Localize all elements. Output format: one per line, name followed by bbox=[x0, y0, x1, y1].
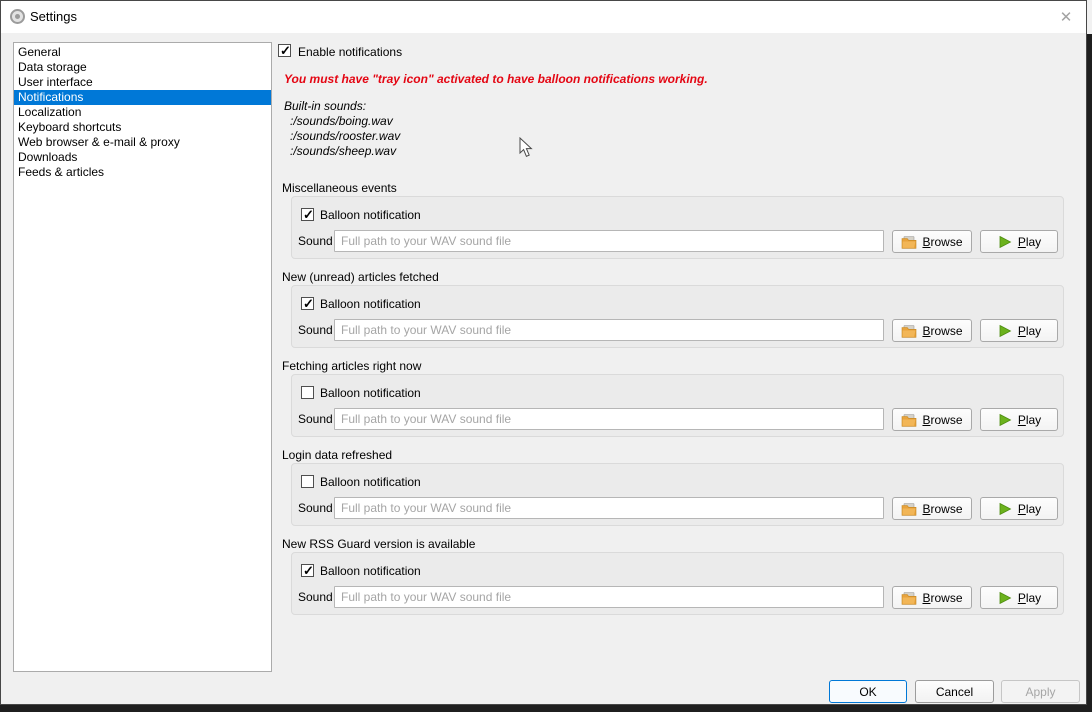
tray-icon-warning: You must have "tray icon" activated to h… bbox=[284, 72, 708, 86]
notification-groupbox: Balloon notification Sound Browse Play bbox=[291, 463, 1064, 526]
balloon-notification-checkbox[interactable] bbox=[301, 475, 314, 488]
sound-path-input[interactable] bbox=[334, 319, 884, 341]
section-fetching-articles: Fetching articles right now Balloon noti… bbox=[282, 359, 1065, 438]
sidebar-item-web-browser-proxy[interactable]: Web browser & e-mail & proxy bbox=[14, 135, 271, 150]
sound-path-input[interactable] bbox=[334, 586, 884, 608]
balloon-notification-label: Balloon notification bbox=[320, 297, 421, 311]
enable-notifications-label: Enable notifications bbox=[298, 45, 402, 59]
browse-button[interactable]: Browse bbox=[892, 408, 972, 431]
section-title: Fetching articles right now bbox=[282, 359, 1065, 373]
sidebar-item-localization[interactable]: Localization bbox=[14, 105, 271, 120]
balloon-notification-label: Balloon notification bbox=[320, 475, 421, 489]
apply-button[interactable]: Apply bbox=[1001, 680, 1080, 703]
notification-groupbox: Balloon notification Sound Browse Play bbox=[291, 196, 1064, 259]
sidebar-item-user-interface[interactable]: User interface bbox=[14, 75, 271, 90]
background-patch bbox=[1087, 0, 1092, 34]
balloon-notification-label: Balloon notification bbox=[320, 386, 421, 400]
section-title: Login data refreshed bbox=[282, 448, 1065, 462]
mouse-cursor bbox=[519, 137, 533, 158]
browse-button[interactable]: Browse bbox=[892, 230, 972, 253]
sidebar-item-general[interactable]: General bbox=[14, 45, 271, 60]
ok-button[interactable]: OK bbox=[829, 680, 907, 703]
built-in-sound-path: :/sounds/boing.wav bbox=[284, 114, 400, 129]
window-title: Settings bbox=[30, 9, 77, 24]
sidebar-item-data-storage[interactable]: Data storage bbox=[14, 60, 271, 75]
browse-button[interactable]: Browse bbox=[892, 586, 972, 609]
sound-label: Sound bbox=[298, 590, 333, 604]
play-icon bbox=[997, 234, 1013, 250]
play-button[interactable]: Play bbox=[980, 319, 1058, 342]
folder-icon bbox=[901, 234, 917, 250]
section-login-data-refreshed: Login data refreshed Balloon notificatio… bbox=[282, 448, 1065, 527]
settings-dialog: Settings ✕ General Data storage User int… bbox=[0, 0, 1087, 705]
browse-button[interactable]: Browse bbox=[892, 319, 972, 342]
notification-groupbox: Balloon notification Sound Browse Play bbox=[291, 374, 1064, 437]
balloon-notification-checkbox[interactable] bbox=[301, 208, 314, 221]
notification-groupbox: Balloon notification Sound Browse Play bbox=[291, 552, 1064, 615]
folder-icon bbox=[901, 590, 917, 606]
sound-path-input[interactable] bbox=[334, 497, 884, 519]
play-icon bbox=[997, 412, 1013, 428]
sound-path-input[interactable] bbox=[334, 408, 884, 430]
folder-icon bbox=[901, 501, 917, 517]
built-in-sounds-title: Built-in sounds: bbox=[284, 99, 400, 114]
built-in-sound-path: :/sounds/rooster.wav bbox=[284, 129, 400, 144]
sound-label: Sound bbox=[298, 501, 333, 515]
section-title: New RSS Guard version is available bbox=[282, 537, 1065, 551]
section-miscellaneous-events: Miscellaneous events Balloon notificatio… bbox=[282, 181, 1065, 260]
balloon-notification-label: Balloon notification bbox=[320, 208, 421, 222]
notification-groupbox: Balloon notification Sound Browse Play bbox=[291, 285, 1064, 348]
settings-category-list: General Data storage User interface Noti… bbox=[13, 42, 272, 672]
built-in-sounds-info: Built-in sounds: :/sounds/boing.wav :/so… bbox=[284, 99, 400, 159]
sound-label: Sound bbox=[298, 234, 333, 248]
cancel-button[interactable]: Cancel bbox=[915, 680, 994, 703]
play-icon bbox=[997, 590, 1013, 606]
sidebar-item-notifications[interactable]: Notifications bbox=[14, 90, 271, 105]
close-icon[interactable]: ✕ bbox=[1053, 5, 1079, 29]
section-title: Miscellaneous events bbox=[282, 181, 1065, 195]
browse-button[interactable]: Browse bbox=[892, 497, 972, 520]
section-new-articles-fetched: New (unread) articles fetched Balloon no… bbox=[282, 270, 1065, 349]
play-button[interactable]: Play bbox=[980, 408, 1058, 431]
play-icon bbox=[997, 323, 1013, 339]
folder-icon bbox=[901, 323, 917, 339]
play-button[interactable]: Play bbox=[980, 586, 1058, 609]
sidebar-item-keyboard-shortcuts[interactable]: Keyboard shortcuts bbox=[14, 120, 271, 135]
built-in-sound-path: :/sounds/sheep.wav bbox=[284, 144, 400, 159]
section-new-version-available: New RSS Guard version is available Ballo… bbox=[282, 537, 1065, 616]
play-button[interactable]: Play bbox=[980, 230, 1058, 253]
enable-notifications-checkbox[interactable] bbox=[278, 44, 291, 57]
sidebar-item-feeds-articles[interactable]: Feeds & articles bbox=[14, 165, 271, 180]
titlebar: Settings ✕ bbox=[1, 1, 1086, 33]
balloon-notification-checkbox[interactable] bbox=[301, 564, 314, 577]
sound-label: Sound bbox=[298, 323, 333, 337]
sound-label: Sound bbox=[298, 412, 333, 426]
play-button[interactable]: Play bbox=[980, 497, 1058, 520]
section-title: New (unread) articles fetched bbox=[282, 270, 1065, 284]
play-icon bbox=[997, 501, 1013, 517]
folder-icon bbox=[901, 412, 917, 428]
balloon-notification-label: Balloon notification bbox=[320, 564, 421, 578]
sound-path-input[interactable] bbox=[334, 230, 884, 252]
balloon-notification-checkbox[interactable] bbox=[301, 386, 314, 399]
sidebar-item-downloads[interactable]: Downloads bbox=[14, 150, 271, 165]
balloon-notification-checkbox[interactable] bbox=[301, 297, 314, 310]
settings-gear-icon bbox=[10, 9, 25, 24]
